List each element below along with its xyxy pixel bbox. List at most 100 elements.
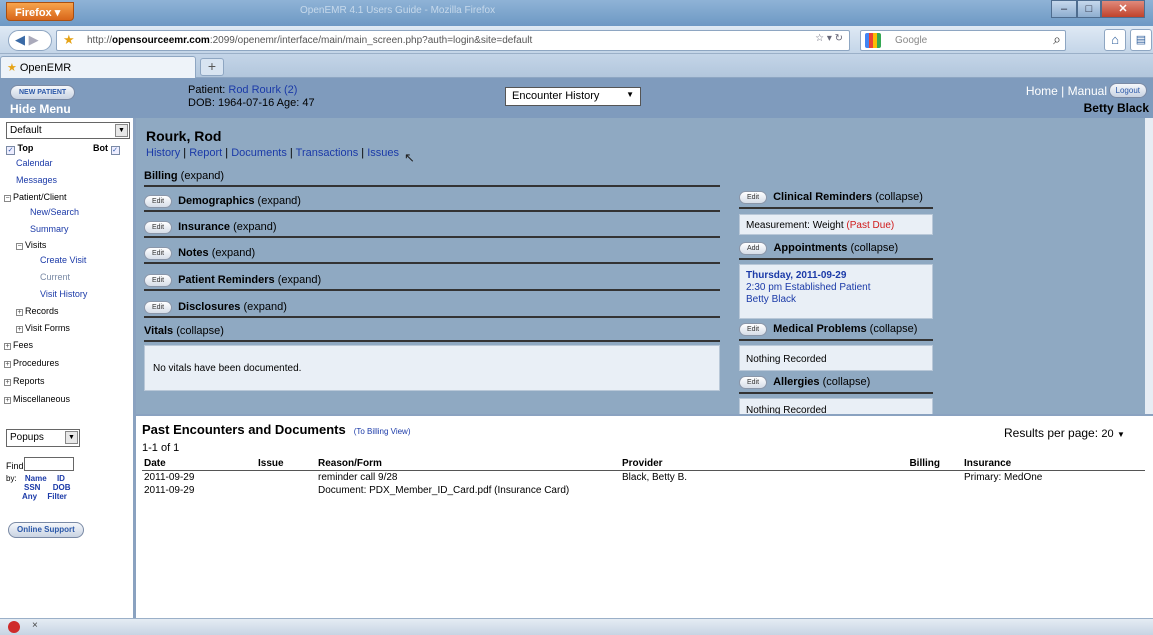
disclosures-section[interactable]: Edit Disclosures (expand) [144, 296, 720, 318]
col-provider[interactable]: Provider [620, 457, 880, 471]
find-by-dob[interactable]: DOB [53, 483, 71, 492]
edit-button[interactable]: Edit [144, 247, 173, 260]
edit-button[interactable]: Edit [144, 221, 173, 234]
bookmark-star-icon[interactable]: ★ [63, 32, 75, 48]
history-link[interactable]: History [146, 147, 180, 159]
find-by-id[interactable]: ID [57, 474, 65, 483]
nav-new-search[interactable]: New/Search [30, 207, 79, 217]
back-arrow-icon[interactable]: ◀ [15, 32, 25, 47]
col-issue[interactable]: Issue [256, 457, 316, 471]
maximize-icon[interactable]: □ [1077, 0, 1101, 18]
appointment-provider[interactable]: Betty Black [746, 294, 926, 306]
manual-link[interactable]: Manual [1068, 84, 1107, 98]
edit-button[interactable]: Edit [144, 195, 173, 208]
tab-openemr[interactable]: ★ OpenEMR [0, 56, 196, 78]
col-reason-form[interactable]: Reason/Form [316, 457, 620, 471]
menu-set-select[interactable]: Default ▼ [6, 122, 130, 139]
nav-visit-history[interactable]: Visit History [40, 289, 87, 299]
edit-button[interactable]: Edit [144, 274, 173, 287]
home-link[interactable]: Home [1026, 84, 1058, 98]
nav-calendar[interactable]: Calendar [16, 158, 53, 168]
nav-summary[interactable]: Summary [30, 224, 69, 234]
checkbox-icon[interactable]: ✓ [6, 146, 15, 155]
search-icon[interactable]: ⌕ [1053, 31, 1061, 48]
issues-link[interactable]: Issues [367, 147, 399, 159]
nav-visits[interactable]: − Visits [16, 240, 46, 250]
home-icon[interactable]: ⌂ [1104, 29, 1126, 51]
find-input[interactable] [24, 457, 74, 471]
nav-fees[interactable]: + Fees [4, 340, 33, 350]
popups-select[interactable]: Popups ▼ [6, 429, 80, 447]
chevron-down-icon[interactable]: ▼ [1117, 430, 1125, 439]
collapse-icon[interactable]: − [16, 243, 23, 250]
transactions-link[interactable]: Transactions [296, 147, 359, 159]
checkbox-icon[interactable]: ✓ [110, 146, 120, 155]
summary-scrollbar[interactable] [1145, 118, 1153, 414]
vitals-section[interactable]: Vitals (collapse) [144, 320, 720, 342]
nav-records[interactable]: + Records [16, 306, 59, 316]
close-icon[interactable]: × [32, 620, 38, 631]
find-by-ssn[interactable]: SSN [24, 483, 40, 492]
minimize-icon[interactable]: – [1051, 0, 1077, 18]
search-bar[interactable]: Google ⌕ [860, 30, 1066, 51]
table-row[interactable]: 2011-09-29 Document: PDX_Member_ID_Card.… [142, 484, 1145, 497]
nav-messages[interactable]: Messages [16, 175, 57, 185]
results-per-page[interactable]: Results per page: 20 ▼ [1004, 426, 1125, 440]
url-bar[interactable]: ★ http://opensourceemr.com:2099/openemr/… [56, 30, 850, 51]
find-by-name[interactable]: Name [25, 474, 47, 483]
add-button[interactable]: Add [739, 242, 768, 255]
nav-miscellaneous[interactable]: + Miscellaneous [4, 394, 70, 404]
collapse-icon[interactable]: − [4, 195, 11, 202]
documents-link[interactable]: Documents [231, 147, 287, 159]
appointments-section[interactable]: Add Appointments (collapse) [739, 238, 933, 260]
nav-visit-forms[interactable]: + Visit Forms [16, 323, 70, 333]
expand-icon[interactable]: + [16, 309, 23, 316]
forward-arrow-icon[interactable]: ▶ [29, 32, 39, 47]
medical-problems-section[interactable]: Edit Medical Problems (collapse) [739, 319, 933, 341]
firefox-menu-button[interactable]: Firefox ▾ [6, 2, 74, 21]
notes-section[interactable]: Edit Notes (expand) [144, 242, 720, 264]
logout-button[interactable]: Logout [1108, 83, 1147, 98]
expand-icon[interactable]: + [4, 397, 11, 404]
results-per-page-value[interactable]: 20 [1101, 428, 1113, 440]
patient-reminders-section[interactable]: Edit Patient Reminders (expand) [144, 269, 720, 291]
table-row[interactable]: 2011-09-29 reminder call 9/28 Black, Bet… [142, 471, 1145, 485]
find-by-filter[interactable]: Filter [47, 492, 67, 501]
edit-button[interactable]: Edit [144, 301, 173, 314]
new-patient-button[interactable]: NEW PATIENT [10, 85, 76, 100]
col-insurance[interactable]: Insurance [962, 457, 1145, 471]
reload-icon[interactable]: ☆ ▾ ↻ [815, 33, 843, 44]
url-text[interactable]: http://opensourceemr.com:2099/openemr/in… [87, 35, 532, 46]
bot-checkbox-row[interactable]: Bot ✓ [93, 143, 120, 155]
encounter-history-select[interactable]: Encounter History ▼ [505, 87, 641, 106]
report-link[interactable]: Report [189, 147, 222, 159]
expand-icon[interactable]: + [4, 379, 11, 386]
nav-procedures[interactable]: + Procedures [4, 358, 59, 368]
nav-reports[interactable]: + Reports [4, 376, 45, 386]
patient-name-link[interactable]: Rod Rourk (2) [228, 84, 297, 96]
appointment-date[interactable]: Thursday, 2011-09-29 [746, 270, 926, 282]
clinical-reminders-section[interactable]: Edit Clinical Reminders (collapse) [739, 187, 933, 209]
online-support-button[interactable]: Online Support [8, 522, 84, 538]
edit-button[interactable]: Edit [739, 376, 768, 389]
google-icon[interactable] [865, 33, 881, 48]
allergies-section[interactable]: Edit Allergies (collapse) [739, 372, 933, 394]
bookmarks-menu-icon[interactable]: ▤ [1130, 29, 1152, 51]
nav-patient-client[interactable]: − Patient/Client [4, 192, 67, 202]
edit-button[interactable]: Edit [739, 191, 768, 204]
expand-icon[interactable]: + [16, 326, 23, 333]
expand-icon[interactable]: + [4, 361, 11, 368]
adblock-icon[interactable] [8, 621, 20, 633]
edit-button[interactable]: Edit [739, 323, 768, 336]
find-by-any[interactable]: Any [22, 492, 37, 501]
billing-view-link[interactable]: (To Billing View) [354, 427, 411, 436]
new-tab-button[interactable]: + [200, 58, 224, 76]
nav-current[interactable]: Current [40, 272, 70, 282]
close-icon[interactable]: ✕ [1101, 0, 1145, 18]
top-checkbox-row[interactable]: ✓ Top [6, 143, 33, 155]
demographics-section[interactable]: Edit Demographics (expand) [144, 190, 720, 212]
billing-section[interactable]: Billing (expand) [144, 165, 720, 187]
expand-icon[interactable]: + [4, 343, 11, 350]
col-date[interactable]: Date [142, 457, 256, 471]
appointment-time[interactable]: 2:30 pm Established Patient [746, 282, 926, 294]
